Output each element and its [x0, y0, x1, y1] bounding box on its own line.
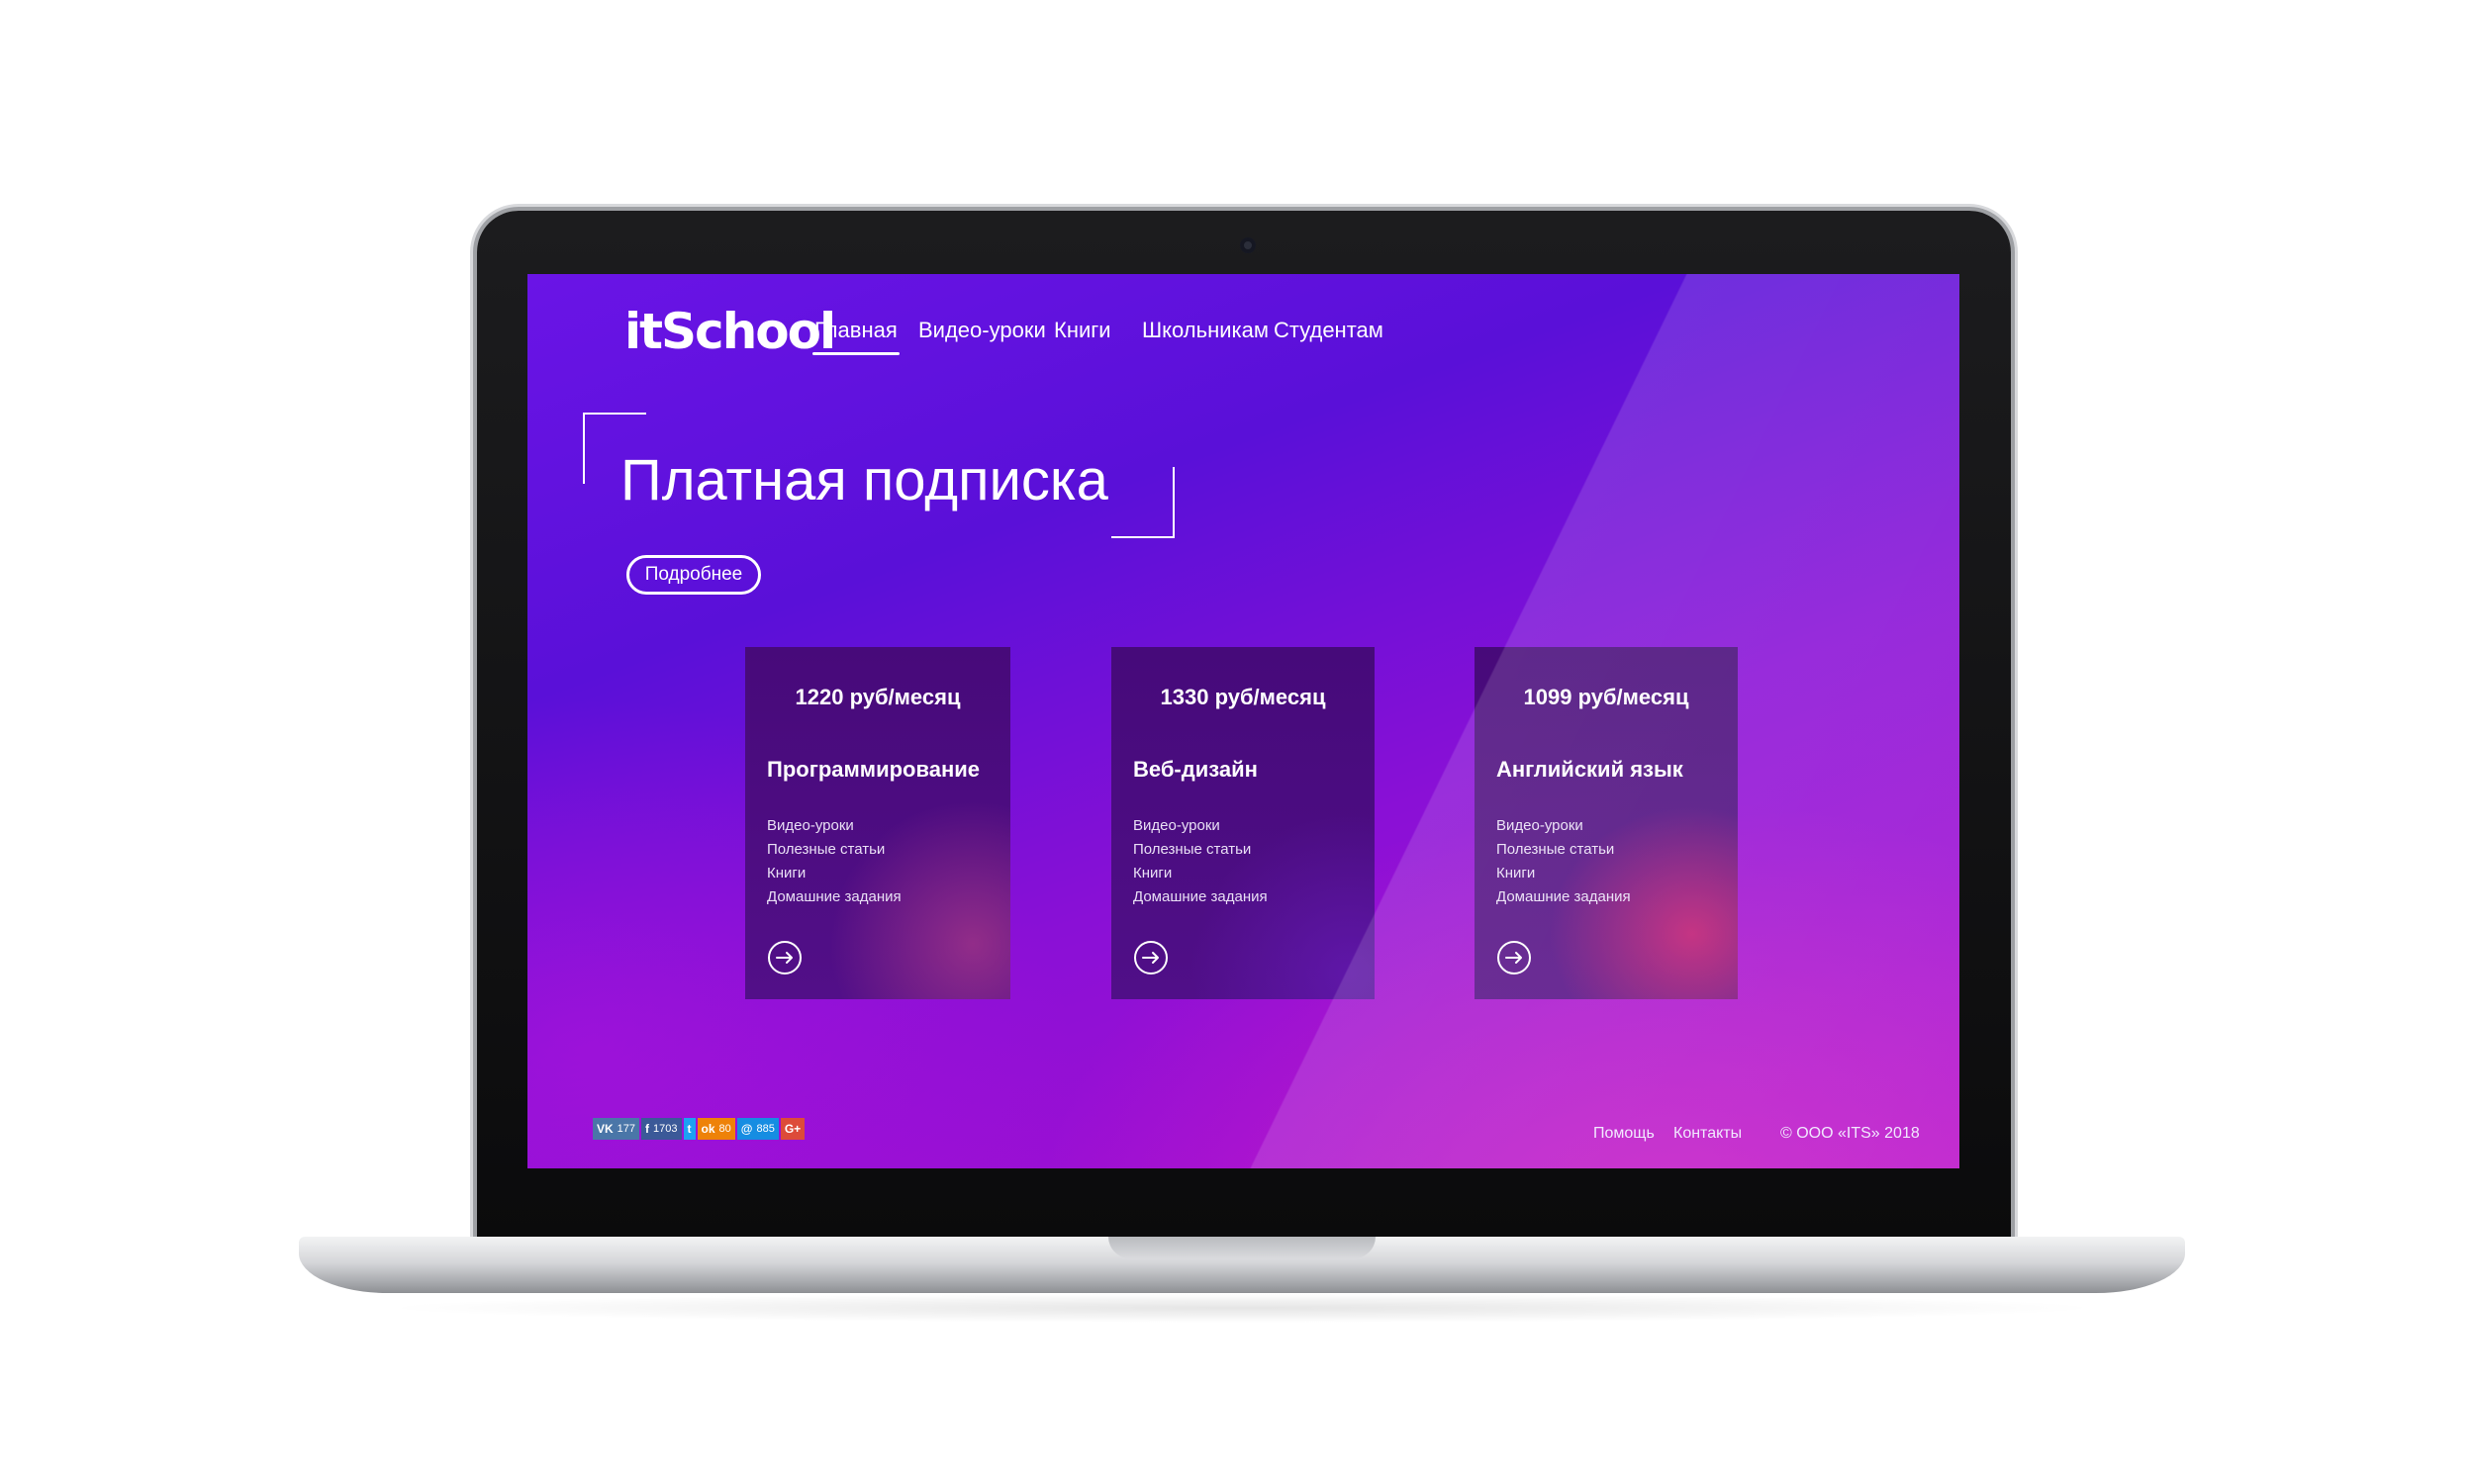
odnoklassniki-icon: ok: [701, 1122, 715, 1136]
share-count: 177: [617, 1123, 636, 1135]
share-button-twitter[interactable]: t: [683, 1118, 696, 1140]
nav-item-schoolchildren[interactable]: Школьникам: [1142, 318, 1269, 343]
footer-link-help[interactable]: Помощь: [1593, 1125, 1655, 1143]
laptop-shadow: [376, 1293, 2108, 1323]
nav-item-books[interactable]: Книги: [1054, 318, 1111, 343]
nav-item-video-lessons[interactable]: Видео-уроки: [918, 318, 1046, 343]
vk-icon: VK: [597, 1122, 614, 1136]
card-title: Программирование: [767, 757, 980, 782]
card-feature: Полезные статьи: [1133, 841, 1252, 858]
card-feature: Домашние задания: [1496, 888, 1631, 905]
footer-link-contacts[interactable]: Контакты: [1673, 1125, 1742, 1143]
laptop-screen: itSchool Главная Видео-уроки Книги Школь…: [527, 274, 1959, 1168]
arrow-right-circle-icon[interactable]: [1496, 940, 1532, 975]
laptop-notch: [1108, 1237, 1376, 1258]
card-feature: Домашние задания: [767, 888, 902, 905]
card-feature: Книги: [1133, 865, 1173, 881]
main-nav: Главная Видео-уроки Книги Школьникам Сту…: [527, 318, 1959, 357]
share-button-odnoklassniki[interactable]: ok 80: [697, 1118, 735, 1140]
card-feature: Видео-уроки: [767, 817, 854, 834]
social-share-bar: VK 177 f 1703 t ok 80 @ 885 G+: [593, 1118, 806, 1140]
share-count: 80: [718, 1123, 731, 1135]
more-button[interactable]: Подробнее: [626, 555, 761, 595]
card-title: Английский язык: [1496, 757, 1683, 782]
card-feature-list: Видео-уроки Полезные статьи Книги Домашн…: [1133, 814, 1268, 909]
card-price: 1099 руб/месяц: [1523, 685, 1689, 709]
nav-item-students[interactable]: Студентам: [1274, 318, 1383, 343]
share-button-vk[interactable]: VK 177: [593, 1118, 640, 1140]
facebook-icon: f: [645, 1122, 650, 1136]
share-button-googleplus[interactable]: G+: [780, 1118, 806, 1140]
share-count: 1703: [653, 1123, 678, 1135]
card-feature-list: Видео-уроки Полезные статьи Книги Домашн…: [767, 814, 902, 909]
card-price: 1330 руб/месяц: [1160, 685, 1326, 709]
copyright-text: © ООО «ITS» 2018: [1780, 1125, 1920, 1142]
subscription-card-english[interactable]: 1099 руб/месяц Английский язык Видео-уро…: [1475, 647, 1738, 999]
card-feature: Полезные статьи: [1496, 841, 1615, 858]
card-feature: Книги: [767, 865, 807, 881]
moimir-icon: @: [740, 1122, 753, 1136]
page-title: Платная подписка: [620, 448, 1108, 512]
twitter-icon: t: [687, 1122, 692, 1136]
share-button-moimir[interactable]: @ 885: [736, 1118, 779, 1140]
card-price: 1220 руб/месяц: [795, 685, 961, 709]
share-count: 885: [756, 1123, 775, 1135]
subscription-card-web-design[interactable]: 1330 руб/месяц Веб-дизайн Видео-уроки По…: [1111, 647, 1375, 999]
card-feature: Видео-уроки: [1133, 817, 1220, 834]
card-feature: Книги: [1496, 865, 1536, 881]
arrow-right-circle-icon[interactable]: [1133, 940, 1169, 975]
card-title: Веб-дизайн: [1133, 757, 1258, 782]
hero-frame-corner-bottom-right: [1111, 467, 1175, 538]
card-feature-list: Видео-уроки Полезные статьи Книги Домашн…: [1496, 814, 1631, 909]
card-feature: Видео-уроки: [1496, 817, 1583, 834]
card-feature: Полезные статьи: [767, 841, 886, 858]
share-button-facebook[interactable]: f 1703: [641, 1118, 682, 1140]
camera-icon: [1240, 237, 1256, 253]
laptop-base: [299, 1237, 2185, 1293]
subscription-card-programming[interactable]: 1220 руб/месяц Программирование Видео-ур…: [745, 647, 1010, 999]
card-feature: Домашние задания: [1133, 888, 1268, 905]
nav-item-home[interactable]: Главная: [812, 318, 900, 355]
arrow-right-circle-icon[interactable]: [767, 940, 803, 975]
googleplus-icon: G+: [784, 1122, 802, 1136]
